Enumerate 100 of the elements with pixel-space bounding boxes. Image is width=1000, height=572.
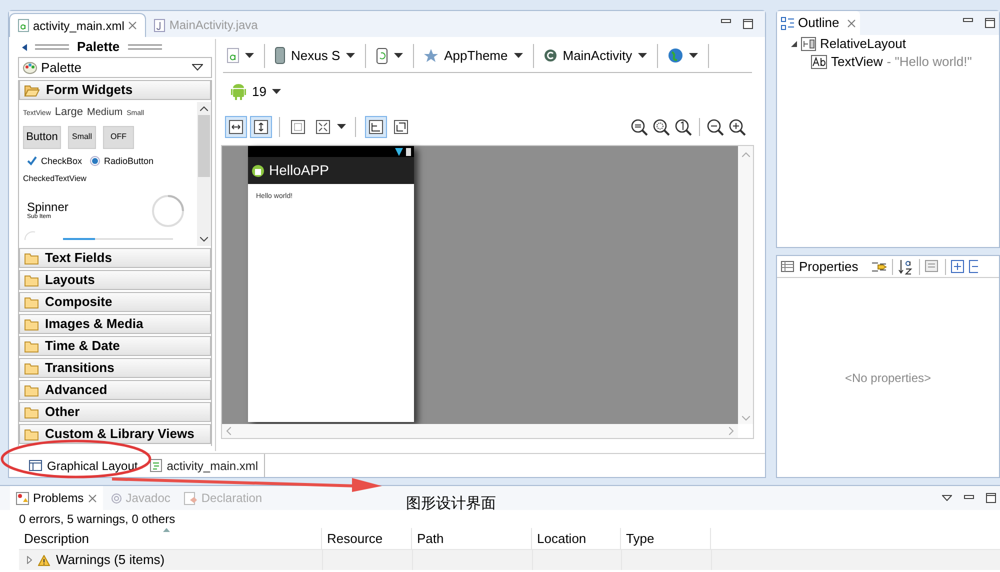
widget-sample-button[interactable]: Small — [68, 126, 96, 148]
vertical-scrollbar[interactable] — [738, 146, 753, 424]
palette-category[interactable]: Advanced — [19, 380, 211, 400]
widget-sample[interactable]: RadioButton — [104, 154, 154, 168]
outline-icon — [781, 16, 794, 30]
caret-icon — [514, 52, 523, 58]
caret-icon — [689, 52, 698, 58]
progress-spinner-icon — [151, 194, 185, 228]
column-header[interactable]: Type — [621, 528, 711, 549]
star-icon — [424, 48, 438, 62]
palette-category[interactable]: Time & Date — [19, 336, 211, 356]
battery-icon — [406, 147, 411, 156]
column-header[interactable]: Resource — [322, 528, 412, 549]
editor-tab[interactable]: activity_main.xml — [9, 13, 146, 37]
android-icon — [231, 84, 246, 100]
close-icon — [88, 494, 97, 502]
properties-title: Properties — [799, 258, 858, 276]
warning-icon — [38, 554, 50, 566]
widget-sample[interactable]: Spinner — [27, 200, 68, 212]
folder-icon — [24, 406, 39, 418]
widget-sample[interactable]: CheckedTextView — [23, 173, 197, 185]
widget-sample[interactable]: Large — [54, 104, 84, 120]
rotate-phone-icon — [376, 48, 388, 64]
relative-layout-icon — [801, 37, 816, 51]
scroll-up-icon — [742, 152, 750, 157]
maximize-icon — [743, 19, 753, 29]
close-icon — [847, 18, 856, 28]
tree-item[interactable]: RelativeLayout — [777, 35, 999, 53]
layout-left-button[interactable] — [365, 116, 387, 138]
dropdown-arrow-icon — [192, 64, 203, 71]
column-header[interactable]: Description — [19, 528, 322, 549]
text-view-icon — [811, 55, 827, 69]
fill-height-icon — [254, 120, 268, 134]
widget-sample[interactable]: CheckBox — [41, 154, 82, 168]
folder-icon — [24, 296, 39, 308]
activity-dropdown[interactable]: MainActivity — [540, 46, 652, 66]
zoom-out-icon[interactable] — [707, 118, 724, 136]
scroll-left-icon — [226, 427, 231, 435]
resize-icon — [316, 120, 330, 134]
view-menu-icon — [942, 495, 952, 501]
api-level-dropdown[interactable]: 19 — [227, 82, 286, 102]
zoom-100-icon[interactable] — [675, 118, 692, 136]
empty-message: <No properties> — [844, 370, 932, 386]
device-dropdown[interactable]: Nexus S — [271, 46, 360, 66]
xml-source-icon — [150, 459, 162, 472]
table-icon — [781, 261, 794, 272]
layout-file-icon — [227, 48, 239, 63]
sort-az-icon — [898, 258, 914, 274]
expand-all-icon — [951, 260, 964, 273]
palette-icon — [23, 62, 37, 74]
app-title: HelloAPP — [269, 161, 329, 180]
palette-category[interactable]: Transitions — [19, 358, 211, 378]
tree-row[interactable]: Warnings (5 items) — [19, 550, 322, 570]
palette-category[interactable]: Other — [19, 402, 211, 422]
caret-icon — [245, 52, 254, 58]
caret-icon — [337, 124, 346, 130]
zoom-fit-icon[interactable] — [631, 118, 648, 136]
close-icon — [128, 21, 138, 30]
zoom-in-icon[interactable] — [729, 118, 746, 136]
advanced-properties-icon — [925, 260, 940, 274]
column-header[interactable]: Path — [412, 528, 532, 549]
java-file-icon — [154, 18, 166, 32]
collapse-all-icon — [969, 260, 978, 273]
palette-category[interactable]: Text Fields — [19, 248, 211, 268]
scrollbar[interactable] — [197, 102, 211, 246]
collapse-left-icon — [22, 44, 27, 50]
outline-tab[interactable]: Outline — [777, 11, 860, 35]
palette-category[interactable]: Custom & Library Views — [19, 424, 211, 444]
theme-dropdown[interactable]: AppTheme — [420, 46, 527, 66]
scroll-right-icon — [729, 427, 734, 435]
annotation-caption: 图形设计界面 — [406, 494, 496, 514]
palette-category[interactable]: Layouts — [19, 270, 211, 290]
folder-icon — [24, 252, 39, 264]
widget-sample-button[interactable]: Button — [23, 126, 61, 148]
zoom-real-size-icon[interactable] — [653, 118, 670, 136]
widget-sample-button[interactable]: OFF — [103, 126, 134, 148]
fill-width-button[interactable] — [225, 116, 247, 138]
minimize-icon — [721, 19, 731, 25]
sort-indicator-icon — [163, 528, 170, 532]
class-icon — [544, 49, 557, 62]
column-header[interactable]: Location — [532, 528, 621, 549]
caret-icon — [394, 52, 404, 58]
fill-height-button[interactable] — [250, 116, 272, 138]
tree-item[interactable]: TextView - "Hello world!" — [777, 53, 999, 71]
phone-icon — [275, 47, 285, 64]
widget-sample[interactable]: Medium — [87, 105, 123, 120]
horizontal-scrollbar[interactable] — [222, 424, 738, 438]
minimize-icon — [963, 18, 973, 24]
drag-handle-icon — [128, 44, 162, 50]
palette-category[interactable]: Images & Media — [19, 314, 211, 334]
view-tab[interactable]: Problems — [10, 486, 103, 510]
palette-category[interactable]: Composite — [19, 292, 211, 312]
folder-icon — [24, 340, 39, 352]
palette-dropdown[interactable]: Palette — [18, 57, 212, 78]
folder-icon — [24, 428, 39, 440]
fill-width-icon — [229, 120, 243, 134]
maximize-icon — [986, 493, 996, 503]
problems-icon — [16, 492, 29, 504]
problems-summary: 0 errors, 5 warnings, 0 others — [18, 511, 176, 528]
palette-category[interactable]: Form Widgets — [19, 80, 211, 100]
